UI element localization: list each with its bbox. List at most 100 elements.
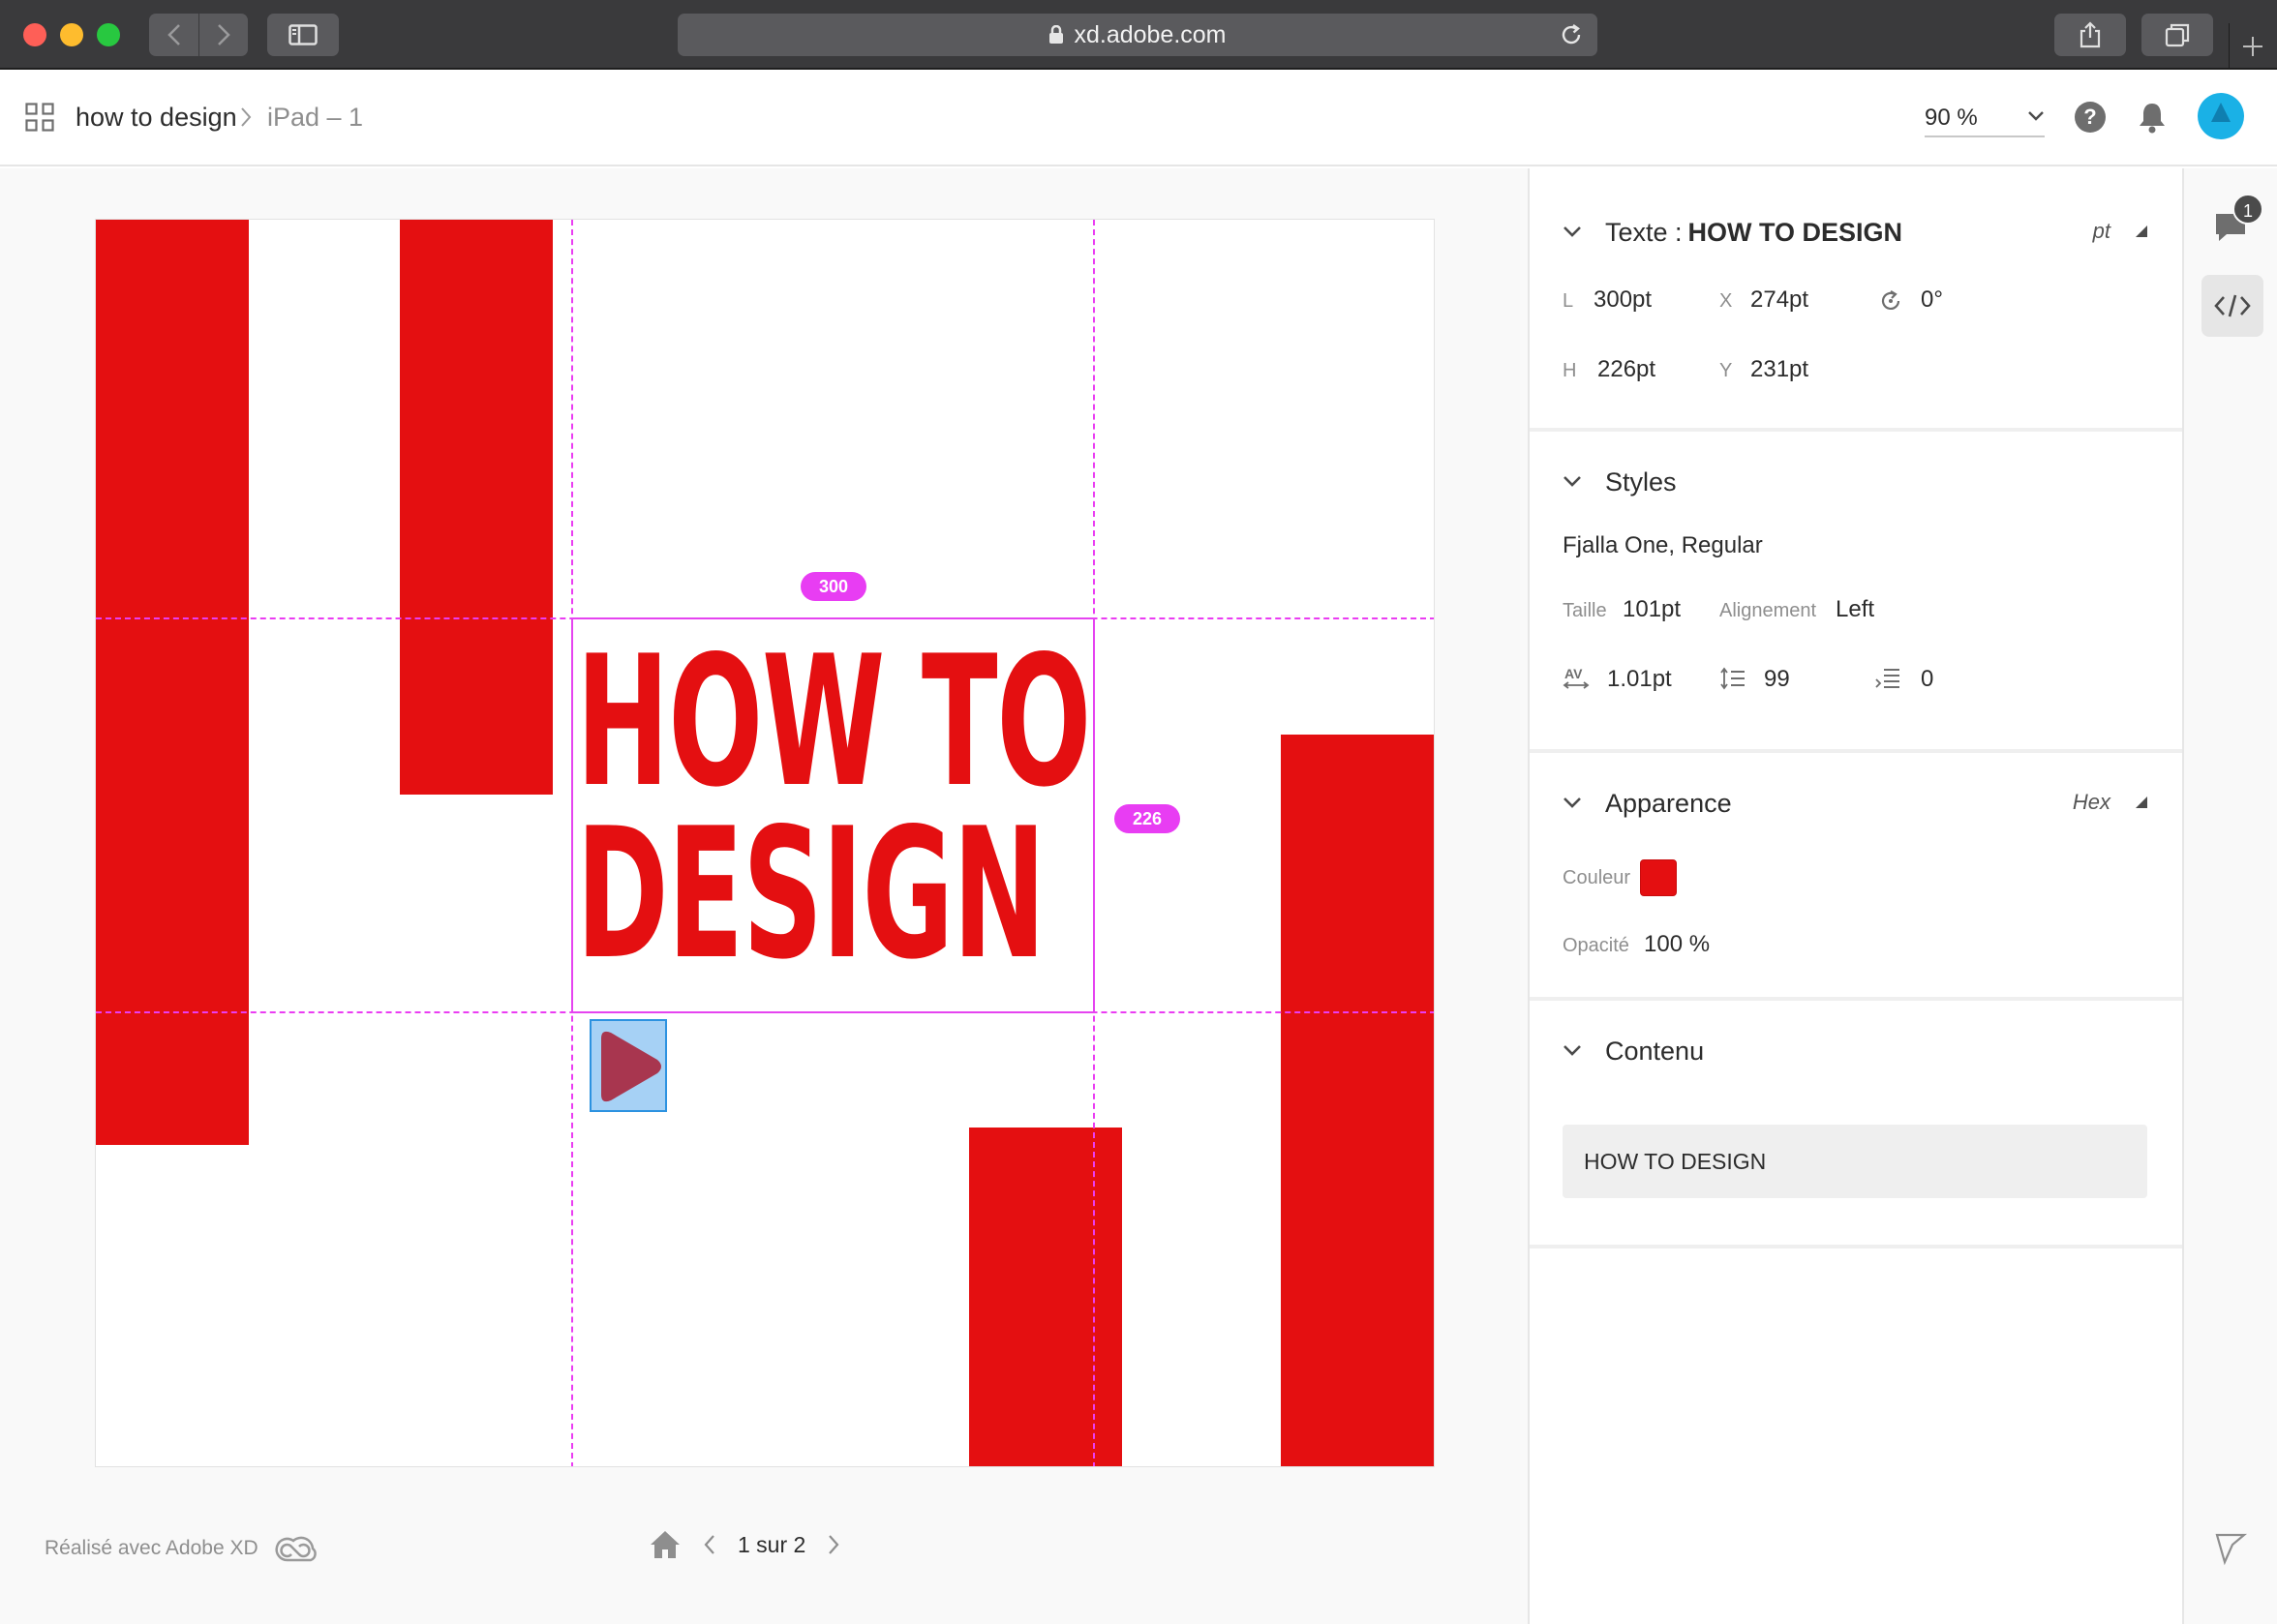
breadcrumb-page[interactable]: iPad – 1: [267, 103, 363, 133]
inspect-code-button[interactable]: [2201, 275, 2263, 337]
show-tabs-button[interactable]: [2141, 14, 2213, 56]
paragraph-spacing-value: 0: [1921, 666, 1934, 692]
red-bar-shape[interactable]: [1281, 735, 1434, 1466]
y-label: Y: [1719, 360, 1733, 381]
x-value: 274pt: [1750, 286, 1809, 313]
color-swatch[interactable]: [1640, 859, 1677, 896]
help-icon[interactable]: ?: [2074, 101, 2107, 134]
zoom-value: 90 %: [1925, 105, 1978, 131]
height-label: H: [1563, 360, 1577, 381]
red-bar-shape[interactable]: [400, 220, 553, 795]
text-section-label: Texte :: [1605, 217, 1683, 247]
text-section-header[interactable]: Texte : HOW TO DESIGN: [1563, 215, 1902, 250]
text-properties-section: Texte : HOW TO DESIGN pt L 300pt X 274pt…: [1530, 168, 2182, 432]
inspect-panel: Texte : HOW TO DESIGN pt L 300pt X 274pt…: [1528, 168, 2182, 1624]
width-value: 300pt: [1594, 286, 1653, 313]
width-label: L: [1563, 290, 1574, 312]
size-value: 101pt: [1623, 596, 1682, 622]
red-bar-shape[interactable]: [96, 220, 249, 1145]
text-content-box[interactable]: HOW TO DESIGN: [1563, 1125, 2147, 1198]
color-label: Couleur: [1563, 867, 1631, 888]
share-button[interactable]: [2054, 14, 2126, 56]
zoom-dropdown[interactable]: 90 %: [1925, 99, 2045, 137]
color-mode-toggle[interactable]: Hex: [2073, 790, 2147, 815]
size-label: Taille: [1563, 600, 1607, 621]
opacity-value: 100 %: [1644, 931, 1711, 957]
close-window-button[interactable]: [23, 23, 46, 46]
selection-box[interactable]: [571, 617, 1095, 1013]
forward-button[interactable]: [198, 14, 248, 56]
line-spacing-icon: [1720, 667, 1745, 690]
browser-toolbar: xd.adobe.com: [0, 0, 2277, 70]
new-tab-button[interactable]: [2229, 23, 2275, 70]
canvas-area: HOW TO DESIGN 300 226 Réalisé avec Adobe…: [0, 168, 1528, 1624]
chevron-right-icon: [241, 107, 252, 127]
page-indicator: 1 sur 2: [738, 1531, 806, 1557]
content-title: Contenu: [1605, 1036, 1705, 1066]
content-section: Contenu HOW TO DESIGN: [1530, 1005, 2182, 1248]
home-button[interactable]: [649, 1529, 682, 1560]
url-text: xd.adobe.com: [1074, 20, 1227, 48]
back-button[interactable]: [149, 14, 198, 56]
flag-feedback-icon[interactable]: [2213, 1531, 2248, 1566]
chevron-left-icon: [167, 24, 180, 45]
user-avatar[interactable]: [2198, 93, 2244, 139]
styles-section: Styles Fjalla One, Regular Taille 101pt …: [1530, 436, 2182, 753]
chevron-down-icon: [1564, 797, 1581, 808]
notification-bell-icon[interactable]: [2138, 101, 2167, 134]
breadcrumb-project[interactable]: how to design: [76, 103, 237, 133]
x-label: X: [1719, 290, 1733, 312]
reload-icon[interactable]: [1559, 22, 1584, 47]
styles-section-header[interactable]: Styles: [1563, 465, 1677, 499]
appearance-section: Apparence Hex Couleur Opacité 100 %: [1530, 757, 2182, 1001]
alignment-label: Alignement: [1719, 600, 1817, 621]
home-icon: [651, 1531, 680, 1558]
styles-title: Styles: [1605, 466, 1677, 496]
right-rail: 1: [2182, 168, 2277, 1624]
creative-cloud-icon: [275, 1536, 317, 1562]
page-navigation: 1 sur 2: [649, 1523, 862, 1566]
font-name: Fjalla One, Regular: [1563, 532, 1763, 558]
made-with-adobe-xd: Réalisé avec Adobe XD: [45, 1533, 319, 1564]
comment-count-badge: 1: [2232, 194, 2263, 225]
svg-text:AV: AV: [1564, 666, 1583, 681]
chevron-down-icon: [1564, 226, 1581, 237]
plus-icon: [2242, 37, 2262, 56]
chevron-right-icon: [829, 1535, 839, 1554]
content-section-header[interactable]: Contenu: [1563, 1034, 1704, 1068]
character-spacing-value: 1.01pt: [1607, 666, 1672, 692]
corner-triangle-icon: [2136, 797, 2147, 808]
tabs-icon: [2165, 23, 2190, 47]
chevron-down-icon: [1564, 1045, 1581, 1056]
corner-triangle-icon: [2136, 226, 2147, 237]
appearance-section-header[interactable]: Apparence: [1563, 786, 1732, 821]
alignment-value: Left: [1836, 596, 1875, 622]
play-icon: [601, 1031, 661, 1102]
artboard-ipad[interactable]: HOW TO DESIGN 300 226: [95, 219, 1435, 1467]
height-measure-badge: 226: [1114, 804, 1180, 833]
sidebar-toggle-button[interactable]: [267, 14, 339, 56]
character-spacing-icon: AV: [1563, 666, 1590, 689]
chevron-down-icon: [1564, 476, 1581, 487]
rotation-value: 0°: [1921, 286, 1943, 313]
address-bar[interactable]: xd.adobe.com: [678, 14, 1597, 56]
line-spacing-value: 99: [1764, 666, 1790, 692]
zoom-window-button[interactable]: [97, 23, 120, 46]
appearance-title: Apparence: [1605, 788, 1732, 818]
grid-view-icon[interactable]: [25, 103, 54, 132]
paragraph-spacing-icon: [1875, 669, 1899, 688]
unit-label: pt: [2092, 219, 2110, 243]
previous-page-button[interactable]: [703, 1533, 716, 1556]
share-icon: [2080, 21, 2101, 48]
chevron-down-icon: [2028, 111, 2044, 121]
height-value: 226pt: [1597, 356, 1656, 382]
unit-toggle[interactable]: pt: [2093, 219, 2147, 244]
red-bar-shape[interactable]: [969, 1128, 1122, 1466]
text-layer-name: HOW TO DESIGN: [1687, 217, 1903, 247]
next-page-button[interactable]: [827, 1533, 840, 1556]
play-hotspot[interactable]: [590, 1019, 667, 1112]
width-measure-badge: 300: [801, 572, 866, 601]
made-with-label: Réalisé avec Adobe XD: [45, 1537, 258, 1559]
xd-header: how to design iPad – 1 90 % ?: [0, 70, 2277, 166]
minimize-window-button[interactable]: [60, 23, 83, 46]
